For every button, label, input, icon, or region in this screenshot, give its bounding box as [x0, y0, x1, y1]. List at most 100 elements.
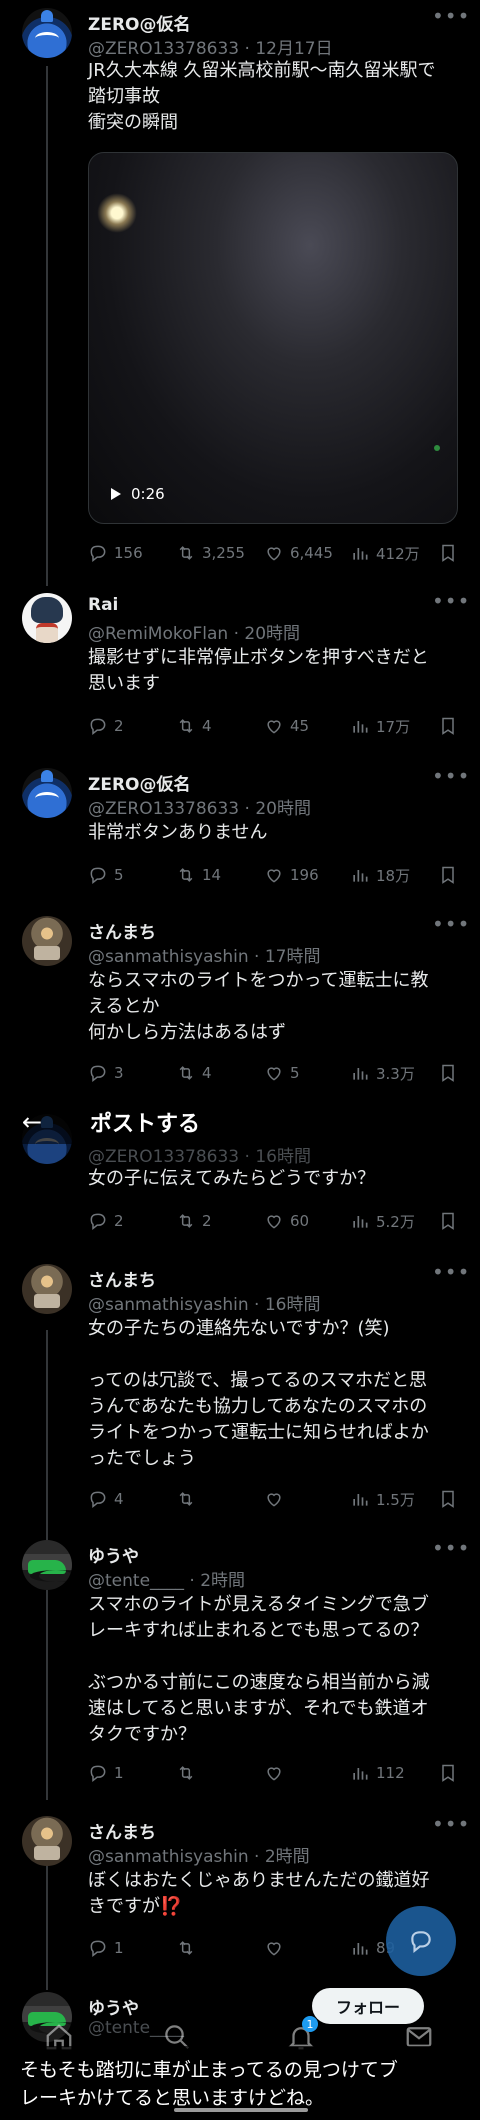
retweet-button[interactable]: 4 [176, 714, 212, 738]
heart-icon [267, 1493, 281, 1507]
reply-count: 4 [114, 1490, 124, 1508]
tweet-3[interactable]: さんまち @sanmathisyashin · 17時間 ••• ならスマホのラ… [0, 908, 480, 1088]
more-options-icon[interactable]: ••• [432, 1538, 469, 1558]
like-button[interactable]: 6,445 [264, 541, 333, 565]
reply-icon [90, 1213, 106, 1231]
like-button[interactable]: 196 [264, 863, 319, 887]
retweet-button[interactable] [176, 1487, 202, 1511]
tweet-5[interactable]: さんまち @sanmathisyashin · 16時間 ••• 女の子たちの連… [0, 1256, 480, 1516]
bookmark-button[interactable] [438, 714, 458, 738]
views-button[interactable]: 112 [350, 1761, 405, 1785]
reply-button[interactable]: 2 [88, 714, 124, 738]
more-options-icon[interactable]: ••• [432, 766, 469, 786]
more-options-icon[interactable]: ••• [432, 1814, 469, 1834]
views-icon [353, 870, 368, 882]
reply-icon [90, 718, 106, 736]
retweet-button[interactable]: 14 [176, 863, 221, 887]
display-name[interactable]: さんまち [88, 1271, 156, 1291]
views-button[interactable]: 17万 [350, 714, 410, 738]
like-count: 196 [290, 866, 319, 884]
composer-text[interactable]: そもそも踏切に車が止まってるの見つけてブ レーキかけてると思いますけどね。 [20, 2056, 470, 2112]
retweet-button[interactable] [176, 1761, 202, 1785]
avatar[interactable] [22, 1264, 72, 1314]
views-button[interactable]: 5.2万 [350, 1209, 415, 1233]
reply-button[interactable]: 2 [88, 1209, 124, 1233]
bookmark-button[interactable] [438, 863, 458, 887]
reply-composer[interactable]: そもそも踏切に車が止まってるの見つけてブ レーキかけてると思いますけどね。 [0, 2046, 480, 2120]
view-count: 112 [376, 1764, 405, 1782]
view-count: 5.2万 [376, 1212, 415, 1231]
tweet-1[interactable]: Rai @RemiMokoFlan · 20時間 ••• 撮影せずに非常停止ボタ… [0, 585, 480, 738]
reply-button[interactable]: 5 [88, 863, 124, 887]
view-count: 17万 [376, 717, 411, 736]
views-button[interactable]: 18万 [350, 863, 410, 887]
retweet-icon [179, 1214, 193, 1228]
like-button[interactable]: 60 [264, 1209, 309, 1233]
more-options-icon[interactable]: ••• [432, 591, 469, 611]
reply-button[interactable]: 3 [88, 1061, 124, 1085]
avatar[interactable] [22, 1540, 72, 1590]
avatar[interactable] [22, 593, 72, 643]
views-button[interactable]: 412万 [350, 541, 420, 565]
bookmark-button[interactable] [438, 1761, 458, 1785]
tweet-text: JR久大本線 久留米高校前駅〜南久留米駅で 踏切事故 衝突の瞬間 [88, 60, 436, 133]
bookmark-button[interactable] [438, 1209, 458, 1233]
handle-and-time: @ZERO13378633 · 20時間 [88, 799, 311, 819]
handle-and-time: @ZERO13378633 · 16時間 [88, 1147, 311, 1167]
bookmark-button[interactable] [438, 1487, 458, 1511]
display-name[interactable]: Rai [88, 595, 118, 615]
retweet-count: 3,255 [202, 544, 245, 562]
like-button[interactable] [264, 1761, 290, 1785]
follow-button[interactable]: フォロー [312, 1988, 424, 2024]
views-button[interactable]: 3.3万 [350, 1061, 415, 1085]
like-button[interactable] [264, 1936, 290, 1960]
compose-button[interactable] [386, 1906, 456, 1976]
more-options-icon[interactable]: ••• [432, 914, 469, 934]
like-button[interactable]: 45 [264, 714, 309, 738]
avatar[interactable] [22, 1816, 72, 1866]
more-options-icon[interactable]: ••• [432, 6, 469, 26]
retweet-button[interactable]: 4 [176, 1061, 212, 1085]
avatar[interactable] [22, 768, 72, 818]
view-count: 412万 [376, 544, 420, 563]
tweet-6[interactable]: ゆうや @tente____ · 2時間 ••• スマホのライトが見えるタイミン… [0, 1532, 480, 1792]
tweet-2[interactable]: ZERO@仮名 @ZERO13378633 · 20時間 ••• 非常ボタンあり… [0, 760, 480, 890]
views-icon [353, 548, 368, 560]
like-button[interactable]: 5 [264, 1061, 300, 1085]
display-name[interactable]: ZERO@仮名 [88, 775, 190, 795]
tweet-0[interactable]: ZERO@仮名 @ZERO13378633 · 12月17日 ••• JR久大本… [0, 0, 480, 570]
like-button[interactable] [264, 1487, 290, 1511]
reply-count: 3 [114, 1064, 124, 1082]
like-count: 60 [290, 1212, 310, 1230]
like-count: 6,445 [290, 544, 333, 562]
display-name[interactable]: ゆうや [88, 1547, 139, 1567]
display-name[interactable]: さんまち [88, 1823, 156, 1843]
retweet-icon [179, 546, 193, 560]
avatar[interactable] [22, 916, 72, 966]
views-button[interactable]: 1.5万 [350, 1487, 415, 1511]
retweet-icon [179, 1766, 193, 1780]
light-glow [97, 193, 137, 233]
reply-button[interactable]: 1 [88, 1936, 124, 1960]
retweet-button[interactable]: 2 [176, 1209, 212, 1233]
play-button[interactable]: 0:26 [111, 485, 165, 503]
retweet-button[interactable] [176, 1936, 202, 1960]
reply-button[interactable]: 1 [88, 1761, 124, 1785]
arrow-left-icon[interactable]: ← [22, 1108, 42, 1136]
retweet-icon [179, 1066, 193, 1080]
reply-button[interactable]: 156 [88, 541, 143, 565]
more-options-icon[interactable]: ••• [432, 1262, 469, 1282]
retweet-button[interactable]: 3,255 [176, 541, 245, 565]
bookmark-button[interactable] [438, 1061, 458, 1085]
reply-button[interactable]: 4 [88, 1487, 124, 1511]
heart-icon [267, 1942, 281, 1956]
avatar[interactable] [22, 8, 72, 58]
notification-badge: 1 [302, 2016, 318, 2032]
retweet-count: 4 [202, 1064, 212, 1082]
bookmark-icon [442, 866, 454, 884]
display-name[interactable]: さんまち [88, 923, 156, 943]
display-name[interactable]: ZERO@仮名 [88, 15, 190, 35]
bookmark-button[interactable] [438, 541, 458, 565]
video-player[interactable]: 0:26 [88, 152, 458, 524]
reply-icon [90, 1065, 106, 1083]
